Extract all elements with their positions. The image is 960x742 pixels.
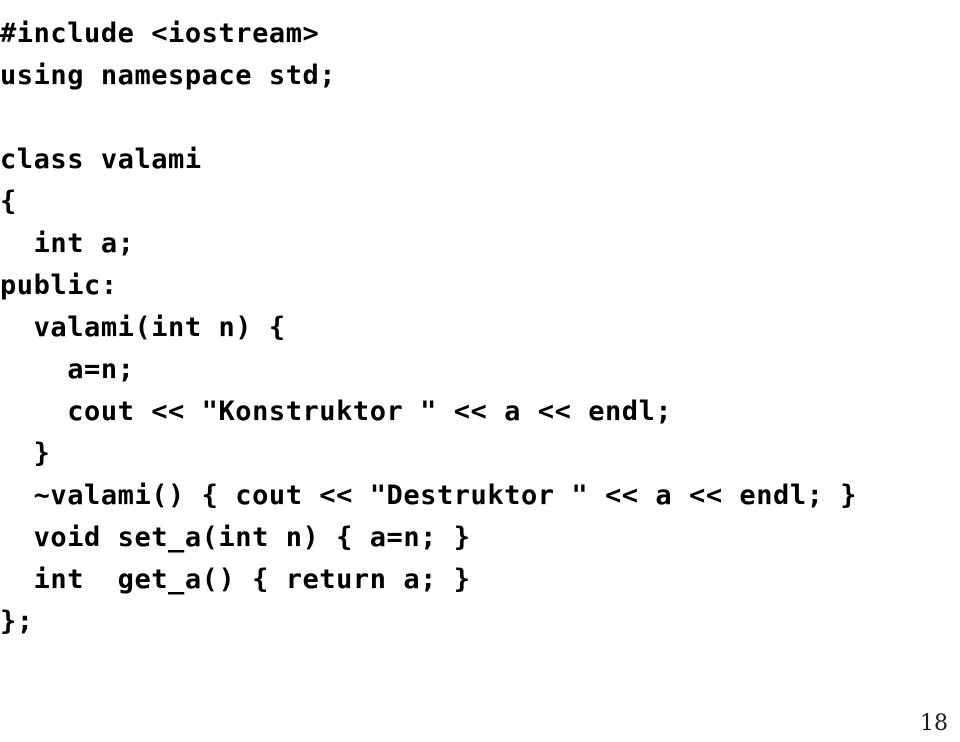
code-line: int a; bbox=[0, 228, 135, 259]
code-line: ~valami() { cout << "Destruktor " << a <… bbox=[0, 480, 858, 511]
code-line: using namespace std; bbox=[0, 60, 337, 91]
code-line: class valami bbox=[0, 144, 202, 175]
slide-canvas: #include <iostream> using namespace std; c… bbox=[0, 0, 960, 742]
code-line: } bbox=[0, 438, 51, 469]
code-line: #include <iostream> bbox=[0, 18, 320, 49]
code-line: }; bbox=[0, 606, 34, 637]
code-block: #include <iostream> using namespace std; c… bbox=[0, 13, 960, 643]
page-number: 18 bbox=[920, 711, 948, 736]
code-line: { bbox=[0, 186, 17, 217]
code-line: a=n; bbox=[0, 354, 135, 385]
code-line: cout << "Konstruktor " << a << endl; bbox=[0, 396, 673, 427]
code-line: public: bbox=[0, 270, 118, 301]
code-line: void set_a(int n) { a=n; } bbox=[0, 522, 471, 553]
code-line: int get_a() { return a; } bbox=[0, 564, 471, 595]
code-line: valami(int n) { bbox=[0, 312, 286, 343]
